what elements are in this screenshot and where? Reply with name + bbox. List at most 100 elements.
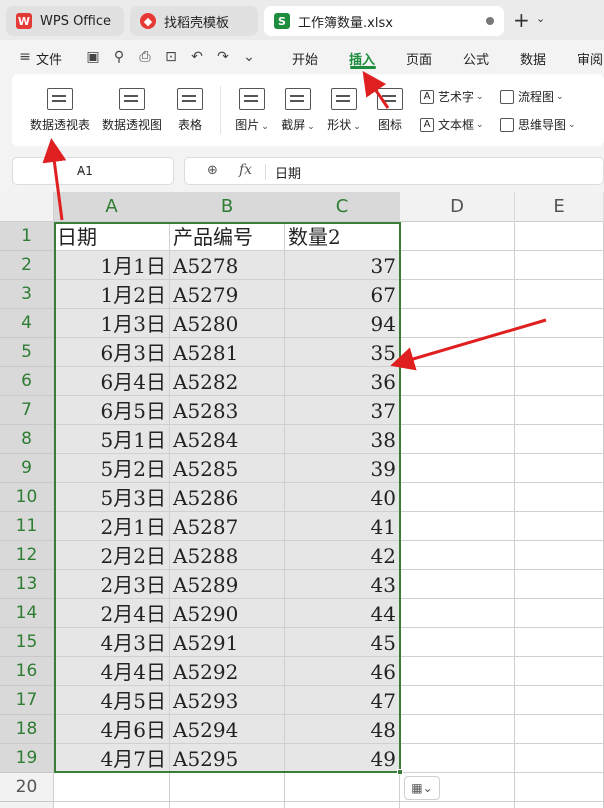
row-header[interactable]: 1 <box>0 222 54 251</box>
textbox-button[interactable]: A 文本框 ⌄ <box>420 116 484 133</box>
cell[interactable]: 2月3日 <box>54 570 170 599</box>
row-header[interactable]: 6 <box>0 367 54 396</box>
cell[interactable] <box>515 425 604 454</box>
save-icon[interactable]: ▣ <box>84 48 102 66</box>
cell[interactable] <box>400 628 515 657</box>
cell[interactable] <box>170 802 285 808</box>
cell[interactable] <box>400 367 515 396</box>
hamburger-menu-icon[interactable]: ≡ <box>16 48 34 66</box>
row-header[interactable]: 4 <box>0 309 54 338</box>
cell[interactable]: 44 <box>285 599 400 628</box>
column-header-b[interactable]: B <box>170 192 285 222</box>
column-header-d[interactable]: D <box>400 192 515 222</box>
cell[interactable]: 4月4日 <box>54 657 170 686</box>
cell[interactable] <box>400 309 515 338</box>
cell[interactable] <box>515 222 604 251</box>
wordart-button[interactable]: A 艺术字 ⌄ <box>420 88 484 105</box>
row-header[interactable]: 15 <box>0 628 54 657</box>
cell[interactable]: 2月2日 <box>54 541 170 570</box>
cell[interactable] <box>400 744 515 773</box>
cell[interactable] <box>400 222 515 251</box>
row-header[interactable]: 5 <box>0 338 54 367</box>
cell[interactable] <box>400 280 515 309</box>
cell[interactable]: A5279 <box>170 280 285 309</box>
menu-formula[interactable]: 公式 <box>463 49 489 68</box>
cell[interactable] <box>400 657 515 686</box>
quick-access-dropdown-icon[interactable]: ⌄ <box>240 48 258 66</box>
menu-review[interactable]: 审阅 <box>577 49 603 68</box>
menu-home[interactable]: 开始 <box>292 49 318 68</box>
cell[interactable] <box>400 425 515 454</box>
cell[interactable]: A5278 <box>170 251 285 280</box>
cell[interactable]: 49 <box>285 744 400 773</box>
screenshot-button[interactable]: 截屏 ⌄ <box>278 88 318 133</box>
cell[interactable] <box>515 454 604 483</box>
cell[interactable]: A5283 <box>170 396 285 425</box>
cell[interactable] <box>400 251 515 280</box>
row-header[interactable]: 18 <box>0 715 54 744</box>
cell[interactable]: A5295 <box>170 744 285 773</box>
cell[interactable] <box>515 309 604 338</box>
cell[interactable]: 47 <box>285 686 400 715</box>
cell[interactable]: 6月5日 <box>54 396 170 425</box>
name-box[interactable]: A1 ⌄ <box>12 157 174 185</box>
cell[interactable]: A5286 <box>170 483 285 512</box>
select-all-corner[interactable] <box>0 192 54 222</box>
undo-icon[interactable]: ↶ <box>188 48 206 66</box>
cell[interactable] <box>400 338 515 367</box>
cell[interactable] <box>515 367 604 396</box>
cell[interactable] <box>515 570 604 599</box>
row-header[interactable]: 13 <box>0 570 54 599</box>
row-header[interactable]: 17 <box>0 686 54 715</box>
row-header[interactable]: 19 <box>0 744 54 773</box>
cell[interactable] <box>400 396 515 425</box>
cell[interactable]: 48 <box>285 715 400 744</box>
cell[interactable]: 6月4日 <box>54 367 170 396</box>
cell[interactable]: 46 <box>285 657 400 686</box>
cell[interactable]: 43 <box>285 570 400 599</box>
row-header[interactable]: 7 <box>0 396 54 425</box>
cell[interactable] <box>400 454 515 483</box>
column-header-e[interactable]: E <box>515 192 604 222</box>
cell[interactable]: A5288 <box>170 541 285 570</box>
cell[interactable] <box>515 802 604 808</box>
cell[interactable]: A5294 <box>170 715 285 744</box>
redo-icon[interactable]: ↷ <box>214 48 232 66</box>
pivot-table-button[interactable]: 数据透视表 <box>28 88 92 133</box>
cell[interactable] <box>54 773 170 802</box>
cell[interactable]: 日期 <box>54 222 170 251</box>
row-header[interactable]: 12 <box>0 541 54 570</box>
cell[interactable]: 数量2 <box>285 222 400 251</box>
tab-workbook[interactable]: S 工作簿数量.xlsx <box>264 6 504 36</box>
cell[interactable] <box>515 773 604 802</box>
cell[interactable]: A5282 <box>170 367 285 396</box>
cell[interactable]: A5284 <box>170 425 285 454</box>
menu-data[interactable]: 数据 <box>520 49 546 68</box>
print-preview-icon[interactable]: ⊡ <box>162 48 180 66</box>
table-button[interactable]: 表格 <box>172 88 208 133</box>
cell[interactable] <box>515 512 604 541</box>
menu-page[interactable]: 页面 <box>406 49 432 68</box>
cell[interactable]: 产品编号 <box>170 222 285 251</box>
cell[interactable]: A5285 <box>170 454 285 483</box>
cell[interactable] <box>400 512 515 541</box>
row-header[interactable]: 14 <box>0 599 54 628</box>
cell[interactable]: A5280 <box>170 309 285 338</box>
flowchart-button[interactable]: 流程图 ⌄ <box>500 88 564 105</box>
mindmap-button[interactable]: 思维导图 ⌄ <box>500 116 576 133</box>
row-header[interactable]: 16 <box>0 657 54 686</box>
chevron-down-icon[interactable]: ⌄ <box>77 164 165 175</box>
cell[interactable]: A5281 <box>170 338 285 367</box>
icon-button[interactable]: 图标 <box>374 88 406 133</box>
cell[interactable] <box>515 396 604 425</box>
cell[interactable]: 36 <box>285 367 400 396</box>
cell[interactable]: 4月7日 <box>54 744 170 773</box>
cell[interactable] <box>54 802 170 808</box>
cell[interactable]: A5292 <box>170 657 285 686</box>
cell[interactable]: 37 <box>285 251 400 280</box>
cell[interactable]: A5287 <box>170 512 285 541</box>
cell[interactable] <box>170 773 285 802</box>
tab-docer-templates[interactable]: ◆ 找稻壳模板 <box>130 6 258 36</box>
cell[interactable]: 4月3日 <box>54 628 170 657</box>
row-header[interactable]: 20 <box>0 773 54 802</box>
